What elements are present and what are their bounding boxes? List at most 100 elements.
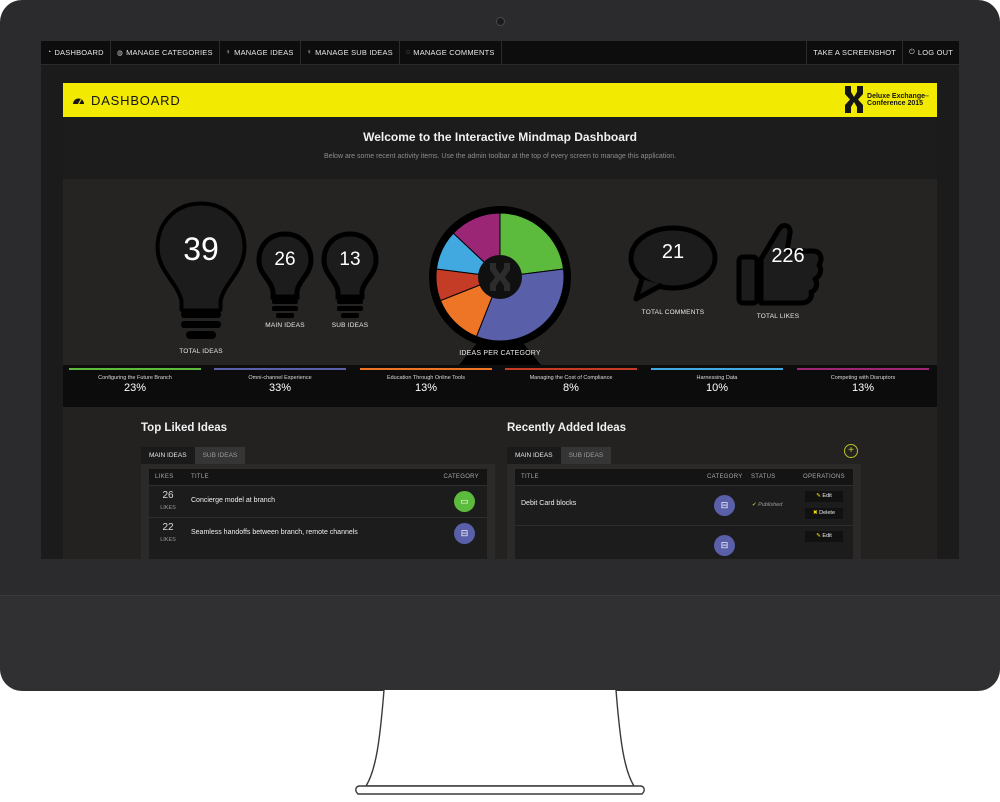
monitor-frame: ◔ DASHBOARD ◍ MANAGE CATEGORIES ♀ MANAGE ID… — [0, 0, 1000, 691]
logout-button[interactable]: ⏻ LOG OUT — [902, 41, 959, 64]
monitor-stand — [355, 690, 645, 795]
add-idea-button[interactable]: + — [844, 444, 858, 458]
logo-line-1: Deluxe Exchange — [867, 92, 925, 100]
total-comments-value: 21 — [661, 241, 685, 263]
category-item: Education Through Online Tools 13% — [360, 368, 492, 394]
top-liked-table: LIKES TITLE CATEGORY 26 LIKES Concierge … — [149, 469, 487, 559]
category-percent: 33% — [268, 382, 292, 394]
category-color-bar — [651, 368, 783, 370]
category-name: Managing the Cost of Compliance — [529, 375, 613, 381]
dashboard-content: DASHBOARD Deluxe Exchange™ Conference 20… — [63, 83, 937, 559]
table-header: TITLE CATEGORY STATUS OPERATIONS — [515, 469, 853, 485]
monitor-chin — [0, 595, 1000, 691]
category-color-bar — [69, 368, 201, 370]
recent-ideas-title: Recently Added Ideas — [507, 422, 627, 434]
col-title: TITLE — [521, 474, 539, 480]
recent-tabs: MAIN IDEAS SUB IDEAS — [507, 447, 612, 464]
logo-line-2: Conference 2015 — [867, 99, 924, 107]
page-header: DASHBOARD Deluxe Exchange™ Conference 20… — [63, 83, 937, 117]
category-color-bar — [797, 368, 929, 370]
col-category: CATEGORY — [707, 474, 743, 480]
camera-dot — [496, 17, 505, 26]
car-icon: ⊟ — [454, 523, 475, 544]
likes-count: 26 — [162, 490, 174, 501]
likes-label: LIKES — [160, 505, 176, 511]
category-color-bar — [505, 368, 637, 370]
monitor-icon: ▭ — [454, 491, 475, 512]
admin-toolbar: ◔ DASHBOARD ◍ MANAGE CATEGORIES ♀ MANAGE ID… — [41, 41, 959, 65]
table-header: LIKES TITLE CATEGORY — [149, 469, 487, 485]
nav-manage-comments[interactable]: ◌ MANAGE COMMENTS — [400, 41, 502, 64]
tab-sub-ideas[interactable]: SUB IDEAS — [194, 447, 246, 464]
screen: ◔ DASHBOARD ◍ MANAGE CATEGORIES ♀ MANAGE ID… — [41, 41, 959, 559]
category-item: Competing with Disruptors 13% — [797, 368, 929, 394]
total-comments-label: TOTAL COMMENTS — [641, 309, 705, 316]
power-icon: ⏻ — [909, 48, 915, 56]
table-row[interactable]: 26 LIKES Concierge model at branch ▭ — [149, 485, 487, 518]
logo-trademark: ™ — [925, 93, 929, 99]
conference-logo: Deluxe Exchange™ Conference 2015 — [844, 86, 929, 113]
table-row[interactable]: ⊟ ✎ Edit — [515, 525, 853, 559]
ideas-per-category-label: IDEAS PER CATEGORY — [459, 350, 541, 357]
category-percent: 8% — [563, 382, 579, 394]
stats-section: 39 TOTAL IDEAS 26 MAIN IDEAS 13 SUB IDEA… — [63, 179, 937, 365]
category-name: Harnessing Data — [696, 375, 738, 381]
car-icon: ⊟ — [714, 535, 735, 556]
nav-dashboard[interactable]: ◔ DASHBOARD — [41, 41, 111, 64]
category-item: Harnessing Data 10% — [651, 368, 783, 394]
category-percent: 23% — [123, 382, 147, 394]
category-percent: 13% — [414, 382, 438, 394]
idea-title[interactable]: Debit Card blocks — [521, 500, 576, 507]
delete-button[interactable]: ✖ Delete — [805, 508, 843, 519]
edit-button[interactable]: ✎ Edit — [805, 531, 843, 542]
dashboard-gauge-icon — [73, 98, 84, 104]
category-name: Configuring the Future Branch — [98, 375, 172, 381]
category-item: Omni-channel Experience 33% — [214, 368, 346, 394]
table-row[interactable]: 22 LIKES Seamless handoffs between branc… — [149, 517, 487, 550]
bulb-icon: ♀ — [225, 49, 232, 56]
idea-title[interactable]: Concierge model at branch — [191, 497, 275, 504]
nav-manage-sub-ideas[interactable]: ♀ MANAGE SUB IDEAS — [301, 41, 400, 64]
category-item: Managing the Cost of Compliance 8% — [505, 368, 637, 394]
nav-manage-categories[interactable]: ◍ MANAGE CATEGORIES — [111, 41, 220, 64]
welcome-subtitle: Below are some recent activity items. Us… — [323, 153, 677, 160]
total-likes-label: TOTAL LIKES — [756, 313, 800, 320]
welcome-section: Welcome to the Interactive Mindmap Dashb… — [63, 117, 937, 179]
take-screenshot-button[interactable]: TAKE A SCREENSHOT — [806, 41, 902, 64]
col-status: STATUS — [751, 474, 776, 480]
ideas-pie-svg — [429, 206, 571, 365]
likes-count: 22 — [162, 522, 174, 533]
category-color-bar — [360, 368, 492, 370]
tab-sub-ideas[interactable]: SUB IDEAS — [560, 447, 612, 464]
nav-right-group: TAKE A SCREENSHOT ⏻ LOG OUT — [806, 41, 959, 64]
idea-title[interactable]: Seamless handoffs between branch, remote… — [191, 529, 358, 536]
total-likes-value: 226 — [771, 245, 805, 267]
col-title: TITLE — [191, 474, 209, 480]
welcome-title: Welcome to the Interactive Mindmap Dashb… — [363, 130, 637, 144]
x-logo-icon — [845, 86, 864, 113]
category-name: Competing with Disruptors — [830, 375, 896, 381]
likes-label: LIKES — [160, 537, 176, 543]
globe-icon: ◍ — [116, 49, 124, 57]
edit-button[interactable]: ✎ Edit — [805, 491, 843, 502]
dashboard-icon: ◔ — [47, 49, 52, 56]
col-operations: OPERATIONS — [803, 474, 845, 480]
category-name: Education Through Online Tools — [386, 375, 466, 381]
category-name: Omni-channel Experience — [248, 375, 312, 381]
comment-icon: ◌ — [405, 49, 411, 56]
category-color-bar — [214, 368, 346, 370]
nav-manage-ideas[interactable]: ♀ MANAGE IDEAS — [220, 41, 301, 64]
car-icon: ⊟ — [714, 495, 735, 516]
table-row[interactable]: Debit Card blocks ⊟ ✔ Published ✎ Edit ✖… — [515, 485, 853, 526]
bulb-icon: ♀ — [306, 49, 313, 56]
category-breakdown: Configuring the Future Branch 23% Omni-c… — [63, 365, 937, 407]
tab-main-ideas[interactable]: MAIN IDEAS — [141, 447, 195, 464]
top-liked-tabs: MAIN IDEAS SUB IDEAS — [141, 447, 246, 464]
recent-table: TITLE CATEGORY STATUS OPERATIONS Debit C… — [515, 469, 853, 559]
comments-bubble-icon — [628, 225, 718, 302]
category-item: Configuring the Future Branch 23% — [69, 368, 201, 394]
page-title: DASHBOARD — [91, 92, 181, 108]
category-percent: 13% — [851, 382, 875, 394]
tab-main-ideas[interactable]: MAIN IDEAS — [507, 447, 561, 464]
ideas-panels: Top Liked Ideas MAIN IDEAS SUB IDEAS LIK… — [63, 407, 937, 559]
